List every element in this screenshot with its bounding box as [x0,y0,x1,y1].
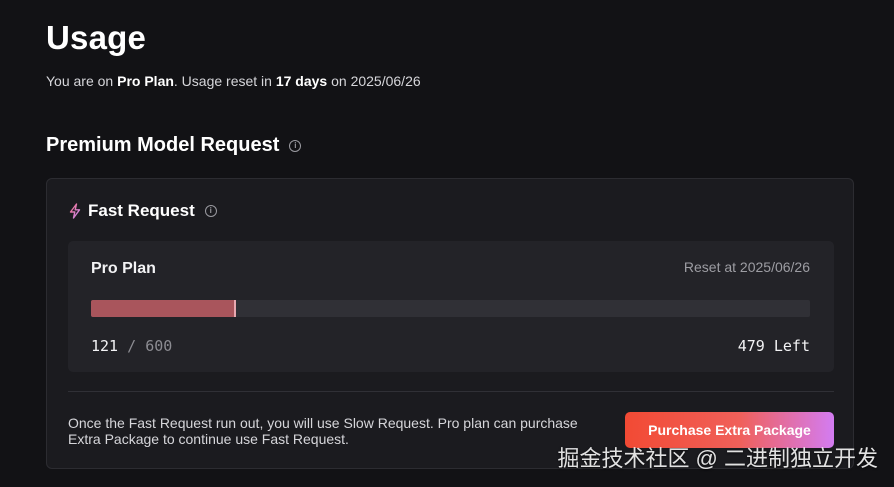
usage-progress-fill [91,300,237,317]
divider [68,391,834,392]
page-subtitle: You are on Pro Plan. Usage reset in 17 d… [46,73,421,89]
usage-progress-bar [91,300,810,317]
fast-request-card: Fast Request i Pro Plan Reset at 2025/06… [46,178,854,469]
subtitle-middle: . Usage reset in [173,73,276,89]
info-icon[interactable]: i [289,139,302,152]
card-header: Fast Request i [68,201,217,221]
usage-total: 600 [145,337,173,355]
subtitle-days: 17 days [275,73,328,89]
plan-name: Pro Plan [91,260,156,277]
subtitle-plan: Pro Plan [117,73,174,89]
usage-used: 121 [91,337,119,355]
bolt-icon [68,203,82,219]
usage-separator: / [127,337,137,355]
info-icon[interactable]: i [204,205,217,217]
plan-reset-date: Reset at 2025/06/26 [683,259,810,275]
plan-usage-box: Pro Plan Reset at 2025/06/26 121 / 600 4… [68,241,834,372]
page-title: Usage [46,19,147,56]
section-title: Premium Model Request i [46,134,302,157]
card-header-label: Fast Request [88,201,195,220]
watermark: 掘金技术社区 @ 二进制独立开发 [557,446,878,471]
subtitle-suffix: on 2025/06/26 [327,73,421,89]
slow-request-note: Once the Fast Request run out, you will … [68,415,578,447]
subtitle-prefix: You are on [46,73,118,89]
usage-count: 121 / 600 [91,337,172,355]
usage-remaining: 479 Left [737,337,810,355]
usage-page: Usage You are on Pro Plan. Usage reset i… [0,0,894,487]
section-title-text: Premium Model Request [46,134,280,156]
